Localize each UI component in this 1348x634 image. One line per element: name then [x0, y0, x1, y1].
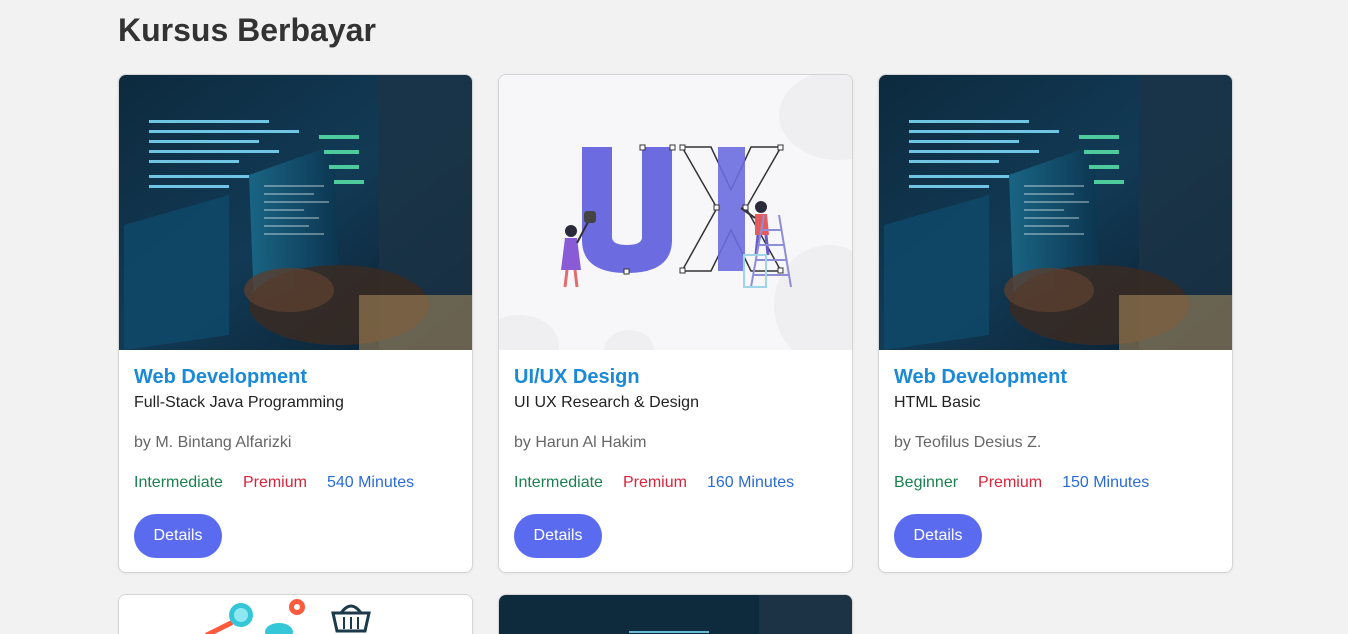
course-price: Premium	[242, 474, 307, 491]
course-thumbnail-ux	[499, 75, 852, 350]
details-button[interactable]: Details	[894, 514, 982, 558]
details-button[interactable]: Details	[134, 514, 222, 558]
course-duration: 540 Minutes	[326, 474, 415, 491]
section-title: Kursus Berbayar	[118, 12, 376, 48]
details-button[interactable]: Details	[514, 514, 602, 558]
course-level: Intermediate	[514, 474, 603, 491]
code-screen-image	[499, 595, 852, 634]
course-card-partial[interactable]	[498, 594, 853, 634]
course-level: Intermediate	[134, 474, 223, 491]
course-title: Full-Stack Java Programming	[134, 394, 344, 411]
course-card[interactable]: Web Development HTML Basic by Teofilus D…	[878, 74, 1233, 573]
course-duration: 160 Minutes	[706, 474, 795, 491]
course-meta: Intermediate Premium 160 Minutes	[514, 473, 837, 493]
course-price: Premium	[978, 474, 1043, 491]
course-meta: Intermediate Premium 540 Minutes	[134, 473, 457, 493]
course-category: Web Development	[894, 366, 1067, 388]
course-duration: 150 Minutes	[1062, 474, 1150, 491]
course-meta: Beginner Premium 150 Minutes	[894, 473, 1217, 493]
course-price: Premium	[622, 474, 687, 491]
course-author: by M. Bintang Alfarizki	[134, 434, 292, 451]
course-thumbnail-code	[119, 75, 472, 350]
course-card[interactable]: Web Development Full-Stack Java Programm…	[118, 74, 473, 573]
course-author: by Harun Al Hakim	[514, 434, 647, 451]
course-card[interactable]: UI/UX Design UI UX Research & Design by …	[498, 74, 853, 573]
course-title: HTML Basic	[894, 394, 981, 411]
marketing-illustration-image	[119, 595, 472, 634]
code-screen-image	[119, 75, 472, 350]
course-category: UI/UX Design	[514, 366, 640, 388]
course-thumbnail-code	[879, 75, 1232, 350]
course-category: Web Development	[134, 366, 307, 388]
course-card-partial[interactable]	[118, 594, 473, 634]
course-level: Beginner	[894, 474, 959, 491]
code-screen-image	[879, 75, 1232, 350]
course-page: Kursus Berbayar Web Development Full-Sta…	[0, 0, 1348, 634]
course-title: UI UX Research & Design	[514, 394, 699, 411]
ux-illustration-image	[499, 75, 852, 350]
course-author: by Teofilus Desius Z.	[894, 434, 1042, 451]
